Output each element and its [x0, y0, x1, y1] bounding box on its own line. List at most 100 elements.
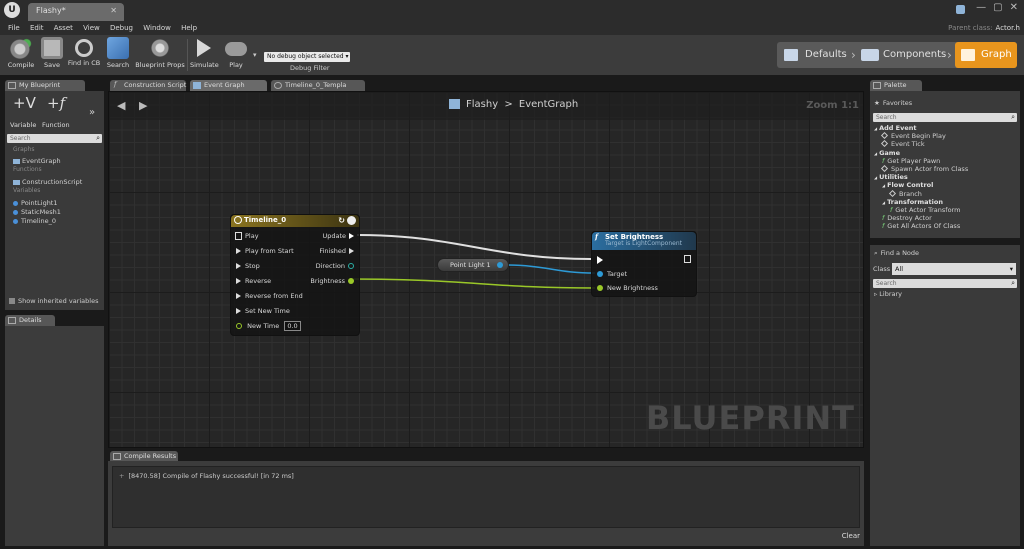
menu-edit[interactable]: Edit	[30, 21, 44, 35]
pin-target[interactable]: Target	[597, 270, 627, 278]
variable-item-staticmesh1[interactable]: StaticMesh1	[13, 208, 61, 216]
more-options-chevron-icon[interactable]: »	[89, 107, 95, 118]
variable-item-pointlight1[interactable]: PointLight1	[13, 199, 58, 207]
event-graph-canvas[interactable]: ◀ ▶ Flashy > EventGraph Zoom 1:1 Timelin…	[108, 91, 864, 448]
palette-item[interactable]: f Get Player Pawn	[882, 157, 940, 165]
pin-play[interactable]: Play	[235, 232, 259, 240]
add-function-button[interactable]: Function	[42, 121, 70, 129]
toolbar-separator	[187, 39, 188, 71]
pin-reverse-from-end[interactable]: Reverse from End	[236, 292, 303, 300]
search-icon	[107, 37, 129, 59]
close-window-icon[interactable]: ✕	[1010, 2, 1018, 13]
point-light-variable-node[interactable]: Point Light 1	[437, 258, 509, 272]
maximize-icon[interactable]: ▢	[993, 2, 1002, 13]
play-options-chevron-icon[interactable]: ▾	[253, 51, 257, 59]
mode-defaults[interactable]: Defaults	[805, 42, 847, 68]
menu-window[interactable]: Window	[143, 21, 171, 35]
simulate-button[interactable]: Simulate	[190, 37, 219, 73]
clear-button[interactable]: Clear	[842, 532, 860, 540]
compile-message: + [8470.58] Compile of Flashy successful!…	[119, 472, 294, 480]
compile-button[interactable]: Compile	[6, 37, 36, 73]
function-item-constructionscript[interactable]: ConstructionScript	[13, 178, 82, 186]
my-blueprint-tab[interactable]: My Blueprint	[5, 80, 85, 91]
collapse-arrow-icon: ◢	[874, 150, 878, 156]
clock-icon	[234, 216, 242, 224]
show-inherited-variables[interactable]: Show inherited variables	[9, 297, 98, 305]
expand-icon[interactable]: +	[119, 472, 124, 480]
pin-finished[interactable]: Finished	[319, 247, 354, 255]
blueprint-props-button[interactable]: Blueprint Props	[135, 37, 185, 73]
pin-new-brightness[interactable]: New Brightness	[597, 284, 658, 292]
mode-graph[interactable]: Graph	[955, 42, 1017, 68]
search-icon: ⌕	[1011, 279, 1015, 287]
add-function-icon[interactable]: +f	[47, 94, 65, 112]
debug-object-select[interactable]: No debug object selected ▾	[264, 52, 350, 62]
palette-item[interactable]: Spawn Actor from Class	[880, 164, 968, 173]
tab-timeline-template[interactable]: Timeline_0_Templa	[271, 80, 365, 91]
exec-in-pin-icon[interactable]	[597, 256, 603, 264]
find-node-search-input[interactable]: Search ⌕	[873, 279, 1017, 288]
palette-item[interactable]: Event Tick	[880, 140, 925, 148]
title-bar: U Flashy* ✕ — ▢ ✕	[0, 0, 1024, 21]
close-tab-icon[interactable]: ✕	[110, 6, 117, 15]
palette-item[interactable]: Event Begin Play	[880, 132, 946, 140]
pin-stop[interactable]: Stop	[236, 262, 260, 270]
add-variable-button[interactable]: Variable	[10, 121, 36, 129]
menu-view[interactable]: View	[83, 21, 100, 35]
document-tab[interactable]: Flashy* ✕	[28, 3, 124, 21]
palette-item[interactable]: f Get Actor Transform	[890, 206, 960, 214]
play-button[interactable]: Play	[223, 37, 249, 73]
library-tree-item[interactable]: ▹ Library	[874, 290, 902, 298]
mode-components[interactable]: Components	[883, 42, 946, 68]
class-select[interactable]: All ▾	[892, 263, 1016, 275]
palette-item[interactable]: Branch	[888, 189, 922, 198]
my-blueprint-search-input[interactable]: Search ⌕	[7, 134, 102, 143]
chevron-right-icon: ›	[947, 48, 952, 62]
minimize-icon[interactable]: —	[976, 2, 986, 13]
magnifier-icon	[75, 39, 93, 57]
tab-event-graph[interactable]: Event Graph	[190, 80, 267, 91]
favorites-header[interactable]: ★ Favorites	[874, 99, 912, 107]
palette-category[interactable]: ◢ Flow Control	[882, 181, 933, 189]
find-in-cb-button[interactable]: Find in CB	[67, 37, 101, 73]
save-icon	[41, 37, 63, 59]
set-brightness-node[interactable]: f Set Brightness Target is LightComponen…	[591, 231, 697, 297]
add-variable-icon[interactable]: +V	[13, 94, 36, 112]
menu-help[interactable]: Help	[181, 21, 197, 35]
clock-icon	[274, 82, 282, 89]
panel-icon	[8, 317, 16, 324]
unreal-logo-icon[interactable]: U	[4, 2, 20, 18]
pin-direction[interactable]: Direction	[316, 262, 354, 270]
palette-category[interactable]: ◢ Add Event	[874, 124, 917, 132]
pin-play-from-start[interactable]: Play from Start	[236, 247, 294, 255]
search-button[interactable]: Search	[106, 37, 130, 73]
graph-item-eventgraph[interactable]: EventGraph	[13, 157, 61, 165]
palette-search-input[interactable]: Search ⌕	[873, 113, 1017, 122]
new-time-input[interactable]: 0.0	[284, 321, 301, 331]
palette-item[interactable]: f Destroy Actor	[882, 214, 932, 222]
pin-set-new-time[interactable]: Set New Time	[236, 307, 290, 315]
palette-item[interactable]: f Get All Actors Of Class	[882, 222, 960, 230]
variable-item-timeline0[interactable]: Timeline_0	[13, 217, 56, 225]
exec-out-pin-icon[interactable]	[684, 255, 691, 263]
checkbox-icon[interactable]	[9, 298, 15, 304]
palette-tab[interactable]: Palette	[870, 80, 922, 91]
palette-category[interactable]: ◢ Utilities	[874, 173, 908, 181]
details-tab[interactable]: Details	[5, 315, 55, 326]
menu-bar: File Edit Asset View Debug Window Help P…	[0, 21, 1024, 35]
menu-file[interactable]: File	[8, 21, 20, 35]
tab-construction-script[interactable]: f Construction Script	[110, 80, 186, 91]
pin-reverse[interactable]: Reverse	[236, 277, 271, 285]
menu-asset[interactable]: Asset	[54, 21, 73, 35]
timeline-node[interactable]: Timeline_0 ↻ Play Play from Start Stop R…	[230, 214, 360, 336]
parent-class-link[interactable]: Actor.h	[996, 24, 1020, 32]
palette-category[interactable]: ◢ Game	[874, 149, 900, 157]
menu-debug[interactable]: Debug	[110, 21, 133, 35]
pin-new-time[interactable]: New Time 0.0	[236, 321, 301, 331]
save-button[interactable]: Save	[40, 37, 64, 73]
pin-update[interactable]: Update	[322, 232, 354, 240]
play-circle-icon	[347, 216, 356, 225]
source-control-icon[interactable]	[956, 5, 965, 14]
palette-category[interactable]: ◢ Transformation	[882, 198, 943, 206]
pin-brightness[interactable]: Brightness	[310, 277, 354, 285]
